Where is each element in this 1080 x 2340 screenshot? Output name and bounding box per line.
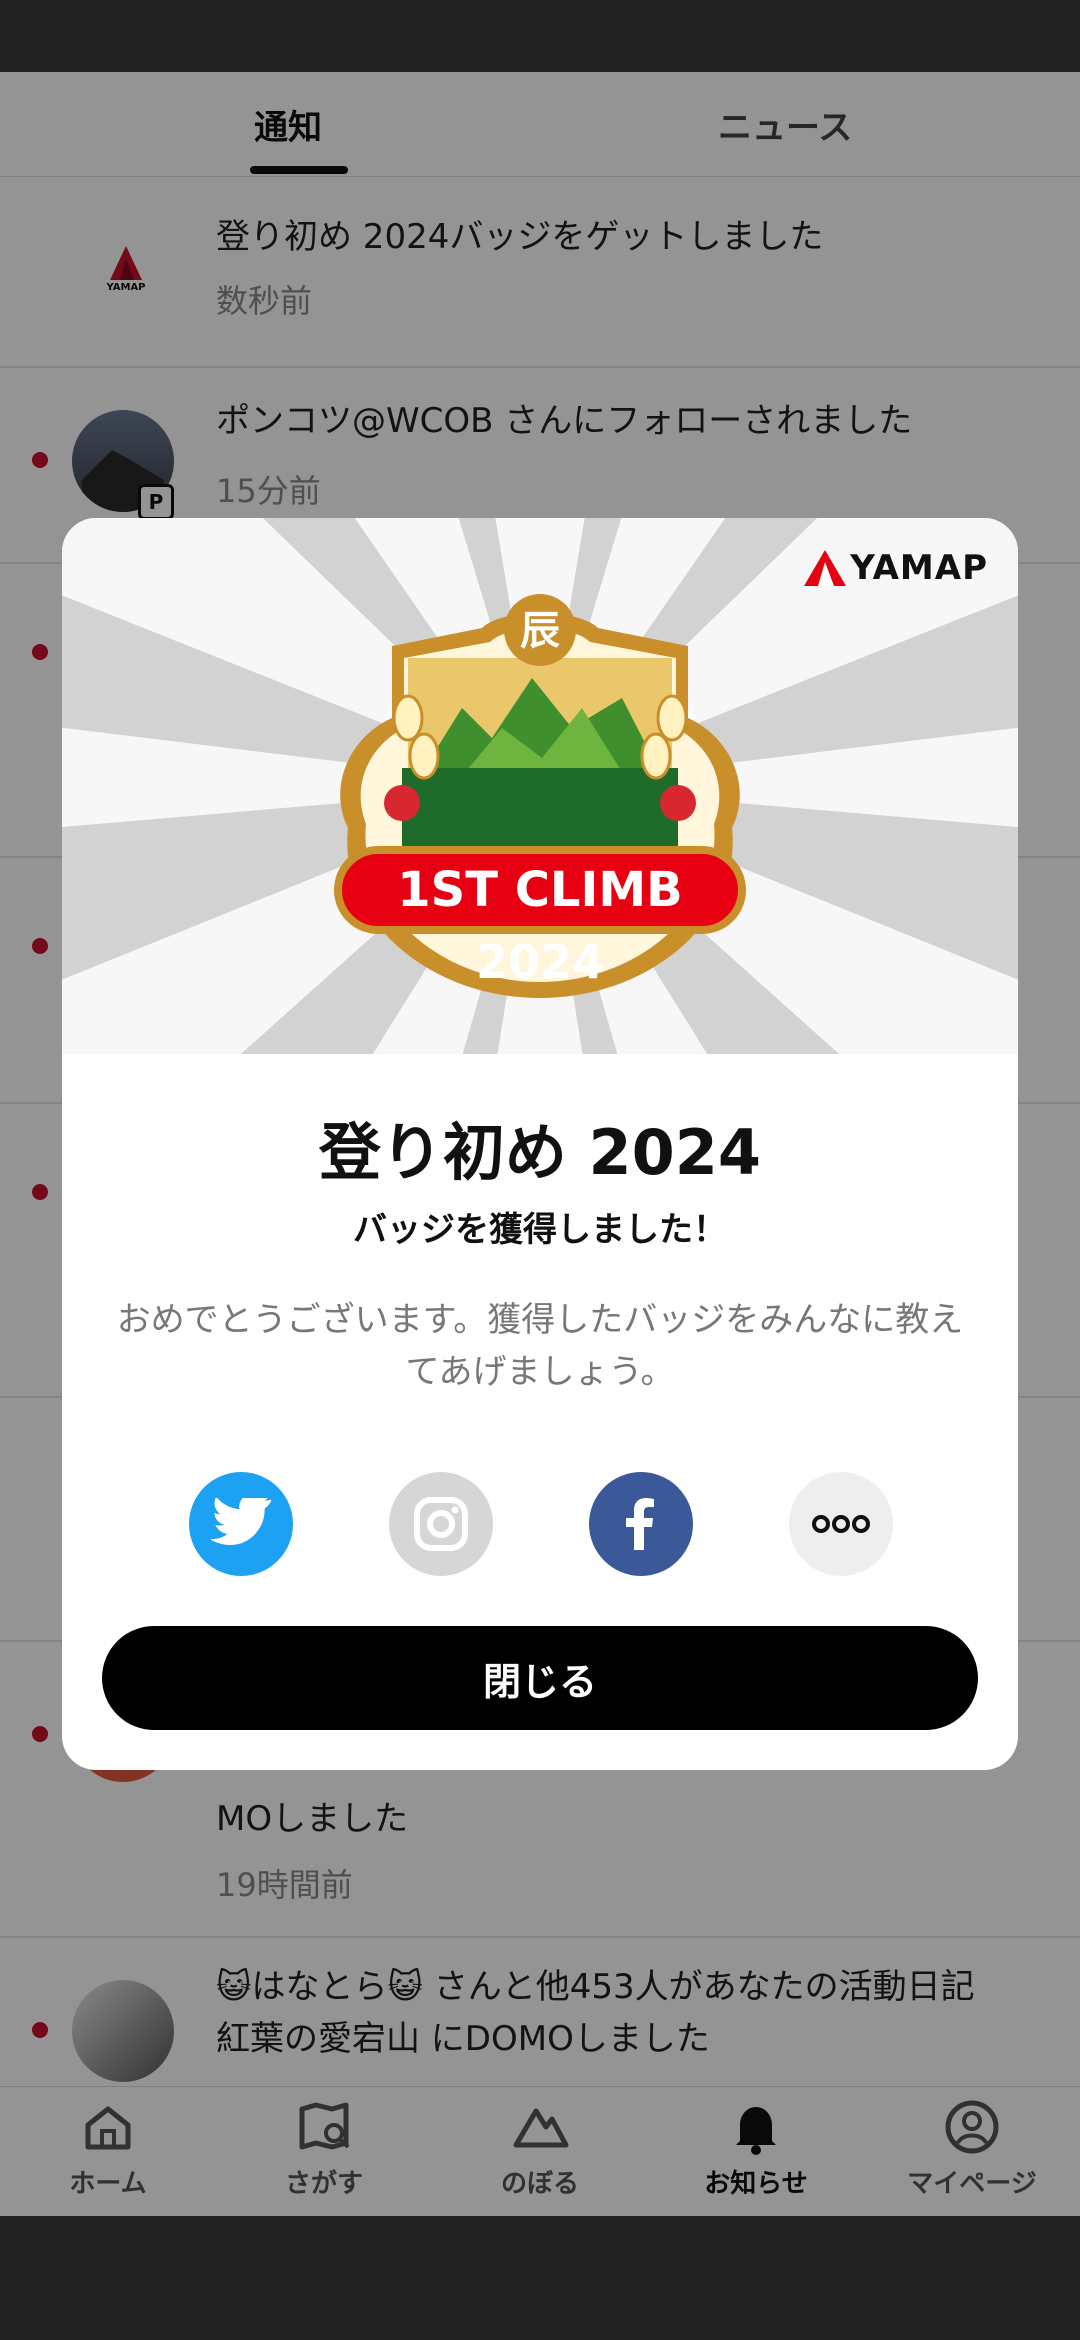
yamap-brand: YAMAP (804, 548, 988, 588)
yamap-logo-icon (804, 550, 847, 586)
badge-year: 2024 (476, 935, 604, 989)
dialog-subtitle: バッジを獲得しました！ (353, 1210, 727, 1250)
badge-title: 1ST CLIMB (397, 862, 682, 918)
system-bar (0, 2216, 1080, 2340)
badge-dialog: YAMAP 辰 1ST CLIMB 2024 登り初め 2024 バッジを獲得し… (62, 518, 1018, 1770)
more-icon (812, 1515, 870, 1533)
badge-zodiac: 辰 (520, 608, 560, 654)
status-bar (0, 0, 1080, 72)
dialog-title: 登り初め 2024 (318, 1116, 762, 1189)
share-more-button[interactable] (789, 1472, 893, 1576)
navbar-shade (0, 2086, 1080, 2216)
badge-hero: YAMAP 辰 1ST CLIMB 2024 (62, 518, 1018, 1278)
close-button[interactable]: 閉じる (102, 1626, 978, 1730)
share-twitter-button[interactable] (189, 1472, 293, 1576)
share-facebook-button[interactable] (589, 1472, 693, 1576)
facebook-icon (626, 1498, 654, 1550)
twitter-icon (211, 1498, 271, 1546)
instagram-icon (414, 1497, 468, 1551)
share-instagram-button[interactable] (389, 1472, 493, 1576)
dialog-message: おめでとうございます。獲得したバッジをみんなに教えてあげましょう。 (116, 1300, 964, 1392)
first-climb-badge: 辰 1ST CLIMB 2024 (334, 594, 746, 998)
